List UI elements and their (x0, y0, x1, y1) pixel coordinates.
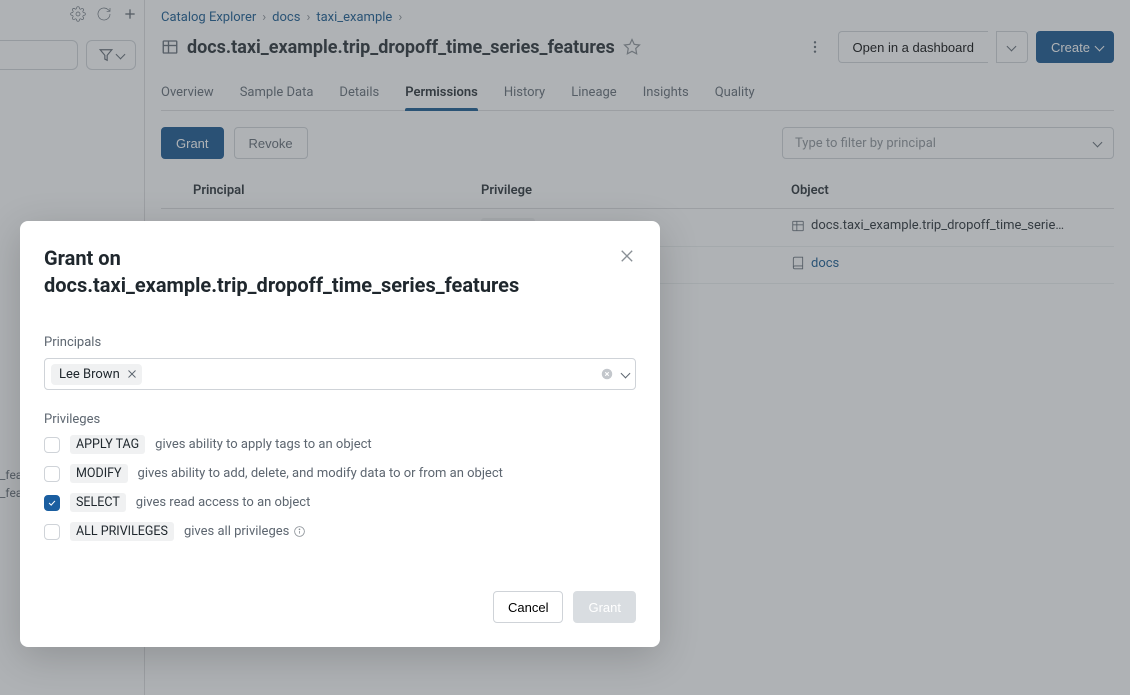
checkbox-icon[interactable] (44, 437, 60, 453)
close-icon[interactable] (618, 247, 636, 265)
chevron-down-icon[interactable] (621, 368, 631, 378)
privilege-option-select[interactable]: SELECT gives read access to an object (44, 493, 636, 512)
checkbox-icon[interactable] (44, 524, 60, 540)
checkbox-icon[interactable] (44, 495, 60, 511)
grant-modal: Grant on docs.taxi_example.trip_dropoff_… (20, 221, 660, 647)
privilege-name: ALL PRIVILEGES (70, 522, 174, 541)
principals-input[interactable]: Lee Brown (44, 358, 636, 390)
principal-chip: Lee Brown (51, 364, 142, 385)
privilege-description: gives ability to add, delete, and modify… (138, 466, 503, 481)
privileges-label: Privileges (44, 412, 636, 427)
privilege-option-all-privileges[interactable]: ALL PRIVILEGES gives all privileges (44, 522, 636, 541)
privilege-description: gives read access to an object (136, 495, 311, 510)
privilege-name: APPLY TAG (70, 435, 145, 454)
privilege-name: MODIFY (70, 464, 128, 483)
checkbox-icon[interactable] (44, 466, 60, 482)
principals-label: Principals (44, 335, 636, 350)
info-icon[interactable] (293, 525, 306, 538)
modal-title: Grant on docs.taxi_example.trip_dropoff_… (44, 245, 618, 299)
modal-overlay[interactable]: Grant on docs.taxi_example.trip_dropoff_… (0, 0, 1130, 695)
privilege-description: gives ability to apply tags to an object (155, 437, 372, 452)
remove-chip-icon[interactable] (126, 368, 138, 380)
cancel-button[interactable]: Cancel (493, 591, 563, 623)
privilege-option-apply-tag[interactable]: APPLY TAG gives ability to apply tags to… (44, 435, 636, 454)
privilege-option-modify[interactable]: MODIFY gives ability to add, delete, and… (44, 464, 636, 483)
privilege-description: gives all privileges (184, 524, 306, 539)
privilege-name: SELECT (70, 493, 126, 512)
clear-all-icon[interactable] (600, 367, 614, 381)
grant-submit-button[interactable]: Grant (573, 591, 636, 623)
